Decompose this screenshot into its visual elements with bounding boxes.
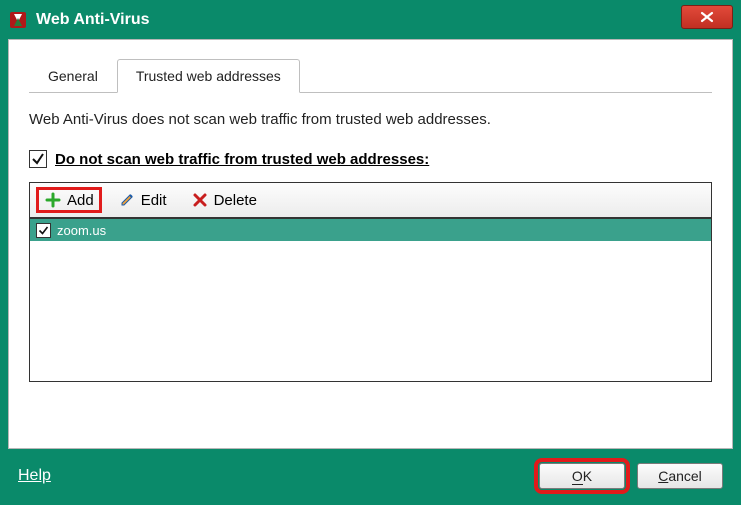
checkmark-icon — [31, 152, 45, 166]
close-icon — [699, 11, 715, 23]
list-toolbar: Add Edit — [30, 183, 711, 219]
add-button[interactable]: Add — [36, 187, 102, 213]
window-title: Web Anti-Virus — [36, 11, 681, 29]
web-antivirus-window: Web Anti-Virus General Trusted web addre… — [0, 0, 741, 505]
list-body: zoom.us — [30, 219, 711, 381]
tab-general[interactable]: General — [29, 59, 117, 93]
trusted-addresses-list: Add Edit — [29, 182, 712, 382]
titlebar: Web Anti-Virus — [2, 2, 739, 37]
do-not-scan-checkbox[interactable] — [29, 150, 47, 168]
ok-label-rest: K — [583, 468, 592, 484]
pencil-icon — [118, 191, 136, 209]
do-not-scan-label[interactable]: Do not scan web traffic from trusted web… — [55, 151, 429, 168]
help-link[interactable]: Help — [18, 467, 527, 485]
tab-trusted-web-addresses[interactable]: Trusted web addresses — [117, 59, 300, 93]
checkmark-icon — [38, 225, 49, 236]
app-icon — [8, 10, 28, 30]
cancel-button[interactable]: Cancel — [637, 463, 723, 489]
client-area: General Trusted web addresses Web Anti-V… — [8, 39, 733, 449]
list-item-checkbox[interactable] — [36, 223, 51, 238]
close-button[interactable] — [681, 5, 733, 29]
tab-bar: General Trusted web addresses — [29, 58, 712, 93]
list-item-label: zoom.us — [57, 223, 106, 238]
plus-icon — [44, 191, 62, 209]
delete-x-icon — [191, 191, 209, 209]
description-text: Web Anti-Virus does not scan web traffic… — [29, 111, 712, 128]
cancel-label-rest: ancel — [668, 468, 701, 484]
add-label: Add — [67, 192, 94, 209]
ok-button[interactable]: OK — [539, 463, 625, 489]
delete-button[interactable]: Delete — [183, 188, 265, 212]
list-item[interactable]: zoom.us — [30, 219, 711, 241]
edit-button[interactable]: Edit — [110, 188, 175, 212]
footer-bar: Help OK Cancel — [2, 449, 739, 503]
delete-label: Delete — [214, 192, 257, 209]
do-not-scan-row: Do not scan web traffic from trusted web… — [29, 150, 712, 168]
edit-label: Edit — [141, 192, 167, 209]
